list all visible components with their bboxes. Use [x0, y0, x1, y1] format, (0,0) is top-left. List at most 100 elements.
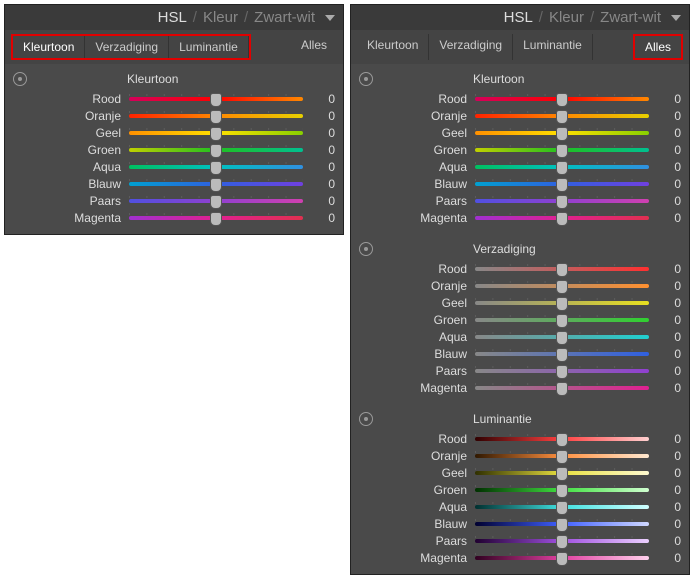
value[interactable]: 0	[311, 177, 335, 191]
slider-sat-oranje[interactable]	[475, 279, 649, 293]
slider-hue-oranje[interactable]	[129, 109, 303, 123]
slider-handle[interactable]	[556, 93, 568, 107]
slider-handle[interactable]	[556, 161, 568, 175]
slider-hue-groen[interactable]	[475, 143, 649, 157]
slider-hue-geel[interactable]	[475, 126, 649, 140]
value[interactable]: 0	[657, 330, 681, 344]
tab-verzadiging[interactable]: Verzadiging	[85, 36, 169, 58]
value[interactable]: 0	[657, 92, 681, 106]
slider-lum-oranje[interactable]	[475, 449, 649, 463]
slider-handle[interactable]	[556, 144, 568, 158]
value[interactable]: 0	[657, 160, 681, 174]
value[interactable]: 0	[657, 500, 681, 514]
slider-handle[interactable]	[556, 552, 568, 566]
slider-handle[interactable]	[210, 195, 222, 209]
slider-handle[interactable]	[556, 280, 568, 294]
slider-handle[interactable]	[210, 93, 222, 107]
slider-hue-magenta[interactable]	[475, 211, 649, 225]
slider-handle[interactable]	[210, 161, 222, 175]
value[interactable]: 0	[657, 483, 681, 497]
slider-hue-groen[interactable]	[129, 143, 303, 157]
slider-handle[interactable]	[210, 178, 222, 192]
slider-handle[interactable]	[556, 518, 568, 532]
slider-handle[interactable]	[556, 314, 568, 328]
slider-handle[interactable]	[556, 535, 568, 549]
value[interactable]: 0	[311, 194, 335, 208]
slider-handle[interactable]	[210, 144, 222, 158]
slider-lum-geel[interactable]	[475, 466, 649, 480]
slider-sat-geel[interactable]	[475, 296, 649, 310]
slider-lum-groen[interactable]	[475, 483, 649, 497]
slider-handle[interactable]	[556, 331, 568, 345]
slider-handle[interactable]	[556, 348, 568, 362]
value[interactable]: 0	[657, 177, 681, 191]
value[interactable]: 0	[657, 313, 681, 327]
value[interactable]: 0	[657, 126, 681, 140]
value[interactable]: 0	[657, 517, 681, 531]
slider-hue-blauw[interactable]	[129, 177, 303, 191]
value[interactable]: 0	[311, 143, 335, 157]
slider-hue-geel[interactable]	[129, 126, 303, 140]
slider-handle[interactable]	[556, 433, 568, 447]
slider-lum-blauw[interactable]	[475, 517, 649, 531]
target-adjust-icon[interactable]	[359, 412, 373, 426]
tab-kleurtoon[interactable]: Kleurtoon	[357, 34, 429, 60]
value[interactable]: 0	[311, 160, 335, 174]
slider-handle[interactable]	[556, 467, 568, 481]
tab-verzadiging[interactable]: Verzadiging	[429, 34, 513, 60]
value[interactable]: 0	[311, 211, 335, 225]
slider-handle[interactable]	[556, 127, 568, 141]
slider-lum-paars[interactable]	[475, 534, 649, 548]
slider-handle[interactable]	[556, 195, 568, 209]
chevron-down-icon[interactable]	[325, 15, 335, 21]
slider-hue-rood[interactable]	[475, 92, 649, 106]
slider-sat-aqua[interactable]	[475, 330, 649, 344]
target-adjust-icon[interactable]	[13, 72, 27, 86]
value[interactable]: 0	[657, 466, 681, 480]
breadcrumb-kleur[interactable]: Kleur	[549, 9, 584, 26]
value[interactable]: 0	[657, 279, 681, 293]
value[interactable]: 0	[657, 296, 681, 310]
slider-handle[interactable]	[210, 127, 222, 141]
slider-hue-rood[interactable]	[129, 92, 303, 106]
slider-hue-aqua[interactable]	[129, 160, 303, 174]
slider-hue-aqua[interactable]	[475, 160, 649, 174]
slider-hue-oranje[interactable]	[475, 109, 649, 123]
slider-handle[interactable]	[556, 297, 568, 311]
value[interactable]: 0	[657, 364, 681, 378]
value[interactable]: 0	[657, 551, 681, 565]
breadcrumb-kleur[interactable]: Kleur	[203, 9, 238, 26]
slider-sat-magenta[interactable]	[475, 381, 649, 395]
slider-hue-blauw[interactable]	[475, 177, 649, 191]
value[interactable]: 0	[657, 432, 681, 446]
value[interactable]: 0	[657, 449, 681, 463]
slider-sat-blauw[interactable]	[475, 347, 649, 361]
slider-lum-magenta[interactable]	[475, 551, 649, 565]
slider-handle[interactable]	[556, 178, 568, 192]
slider-handle[interactable]	[556, 484, 568, 498]
value[interactable]: 0	[311, 109, 335, 123]
breadcrumb-zwartwit[interactable]: Zwart-wit	[254, 9, 315, 26]
chevron-down-icon[interactable]	[671, 15, 681, 21]
slider-hue-magenta[interactable]	[129, 211, 303, 225]
value[interactable]: 0	[311, 92, 335, 106]
value[interactable]: 0	[657, 194, 681, 208]
value[interactable]: 0	[311, 126, 335, 140]
slider-hue-paars[interactable]	[129, 194, 303, 208]
tab-luminantie[interactable]: Luminantie	[169, 36, 249, 58]
value[interactable]: 0	[657, 262, 681, 276]
value[interactable]: 0	[657, 211, 681, 225]
slider-handle[interactable]	[556, 263, 568, 277]
slider-sat-paars[interactable]	[475, 364, 649, 378]
slider-hue-paars[interactable]	[475, 194, 649, 208]
breadcrumb-hsl[interactable]: HSL	[158, 9, 187, 26]
tab-kleurtoon[interactable]: Kleurtoon	[13, 36, 85, 58]
value[interactable]: 0	[657, 534, 681, 548]
breadcrumb-zwartwit[interactable]: Zwart-wit	[600, 9, 661, 26]
slider-handle[interactable]	[210, 110, 222, 124]
value[interactable]: 0	[657, 381, 681, 395]
slider-handle[interactable]	[556, 382, 568, 396]
slider-handle[interactable]	[556, 212, 568, 226]
slider-handle[interactable]	[556, 450, 568, 464]
value[interactable]: 0	[657, 143, 681, 157]
